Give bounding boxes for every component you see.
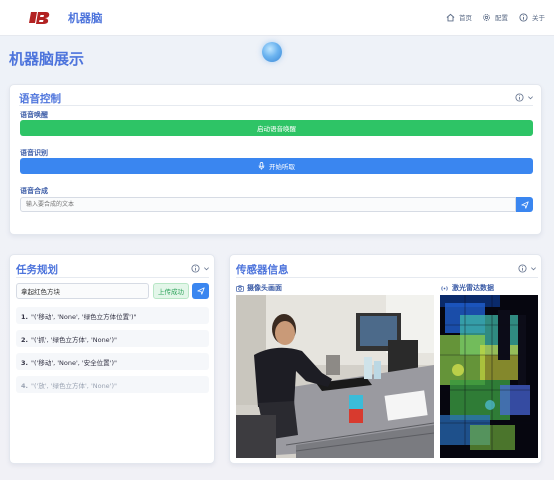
lidar-pointcloud-image [440, 295, 538, 458]
nav-about-label: 关于 [532, 14, 545, 22]
wake-label: 语音唤醒 [20, 111, 48, 119]
voice-control-card: 语音控制 语音唤醒 启动语音唤醒 语音识别 开始听取 语音合成 [9, 84, 542, 235]
gear-icon [483, 13, 490, 21]
task-text: "('移动', 'None', '安全位置')" [31, 359, 117, 367]
chevron-down-icon [204, 267, 209, 271]
task-list-item[interactable]: 1. "('移动', 'None', '绿色立方体位置')" [16, 307, 209, 324]
task-send-button[interactable] [192, 283, 209, 299]
asr-label: 语音识别 [20, 149, 48, 157]
task-text: "('抓', '绿色立方体', 'None')" [31, 336, 117, 344]
logo-icon[interactable] [28, 9, 50, 26]
info-icon [191, 264, 200, 273]
microphone-icon [258, 162, 265, 170]
sensor-card-menu[interactable] [518, 264, 537, 273]
task-card-title: 任务规划 [16, 264, 58, 276]
voice-card-divider [19, 105, 533, 106]
sensor-card-divider [236, 277, 538, 278]
nav-config-label: 配置 [495, 14, 508, 22]
voice-card-menu[interactable] [515, 93, 534, 102]
tts-send-button[interactable] [516, 197, 533, 212]
start-listening-button[interactable]: 开始听取 [20, 158, 533, 174]
camera-feed-image [236, 295, 434, 458]
nav-home[interactable]: 首页 [446, 12, 472, 22]
task-number: 4. [21, 382, 28, 390]
lidar-label-text: 激光雷达数据 [452, 284, 494, 292]
top-navbar: 机器脑 首页 配置 关于 [0, 0, 554, 36]
task-list-item[interactable]: 3. "('移动', 'None', '安全位置')" [16, 353, 209, 370]
voice-card-title: 语音控制 [19, 93, 61, 105]
task-list-item[interactable]: 2. "('抓', '绿色立方体', 'None')" [16, 330, 209, 347]
lidar-label: 激光雷达数据 [440, 283, 494, 293]
camera-icon [236, 284, 244, 292]
chevron-down-icon [531, 267, 536, 271]
send-icon [196, 287, 205, 295]
tts-text-input[interactable] [20, 197, 516, 212]
nav-config[interactable]: 配置 [482, 12, 508, 22]
task-list-item[interactable]: 4. "('放', '绿色立方体', 'None')" [16, 376, 209, 393]
sensor-card-title: 传感器信息 [236, 264, 289, 276]
app-title[interactable]: 机器脑 [68, 10, 103, 26]
camera-label: 摄像头画面 [236, 283, 282, 293]
start-listening-label: 开始听取 [269, 163, 295, 171]
info-icon [519, 12, 528, 22]
start-wake-button[interactable]: 启动语音唤醒 [20, 120, 533, 136]
robot-status-orb-icon[interactable] [262, 42, 282, 62]
home-icon [446, 13, 455, 21]
send-icon [520, 200, 529, 209]
chevron-down-icon [528, 96, 533, 100]
task-card-menu[interactable] [191, 264, 210, 273]
task-planning-card: 任务规划 上传成功 1."('移动', 'None', '绿色立方体位置')" … [9, 254, 215, 464]
nav-about[interactable]: 关于 [519, 12, 545, 22]
task-command-input[interactable] [16, 283, 149, 299]
sensor-info-card: 传感器信息 摄像头画面 激光雷达数据 [229, 254, 542, 464]
page-title: 机器脑展示 [9, 50, 85, 68]
task-number: 3. [21, 359, 28, 367]
tts-label: 语音合成 [20, 187, 48, 195]
task-text: "('放', '绿色立方体', 'None')" [31, 382, 117, 390]
nav-home-label: 首页 [459, 14, 472, 22]
radar-icon [441, 285, 448, 291]
task-text: "('移动', 'None', '绿色立方体位置')" [31, 313, 137, 321]
info-icon [515, 93, 524, 102]
upload-status-button[interactable]: 上传成功 [153, 283, 189, 299]
info-icon [518, 264, 527, 273]
task-number: 2. [21, 336, 28, 344]
camera-label-text: 摄像头画面 [247, 284, 282, 292]
task-number: 1. [21, 313, 28, 321]
task-card-divider [16, 277, 209, 278]
